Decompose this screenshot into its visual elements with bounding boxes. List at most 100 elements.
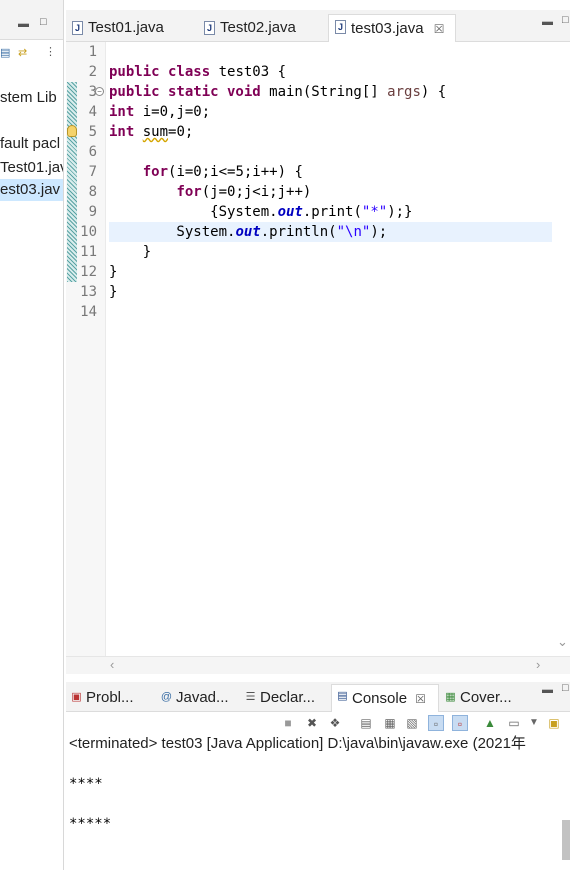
tree-item-default-package[interactable]: fault pacl bbox=[0, 133, 60, 155]
line-number-gutter: 1 2 3 4 5 6 7 8 9 10 11 12 13 14 − bbox=[78, 42, 106, 656]
string-literal: "*" bbox=[361, 204, 388, 220]
tab-label: test03.java bbox=[351, 20, 424, 37]
java-file-icon: J bbox=[72, 21, 83, 35]
close-tab-icon[interactable]: ☒ bbox=[434, 22, 445, 36]
show-on-stdout-icon[interactable]: ▫ bbox=[428, 715, 444, 731]
tab-label: Cover... bbox=[460, 689, 512, 706]
link-with-editor-icon[interactable]: ⇄ bbox=[18, 47, 27, 59]
static-field: out bbox=[277, 204, 303, 220]
code-text: (j=0;j<i;j++) bbox=[201, 184, 312, 200]
chevron-down-icon[interactable]: ▼ bbox=[526, 715, 542, 731]
code-text: System. bbox=[109, 224, 236, 240]
console-launch-status: <terminated> test03 [Java Application] D… bbox=[69, 735, 526, 752]
java-file-icon: J bbox=[335, 20, 346, 34]
code-text: ); bbox=[370, 224, 388, 240]
tree-item-test01[interactable]: Test01.jav bbox=[0, 157, 63, 179]
line-number: 5 bbox=[88, 124, 97, 140]
remove-launch-icon[interactable]: ✖ bbox=[304, 715, 320, 731]
keyword: int bbox=[109, 104, 135, 120]
console-output[interactable]: **** ***** bbox=[66, 754, 570, 870]
line-number: 6 bbox=[88, 144, 97, 160]
code-text: main(String[] bbox=[260, 84, 388, 100]
code-line-9: {System.out.print("*");} bbox=[109, 202, 412, 222]
console-scrollbar-thumb[interactable] bbox=[562, 820, 570, 860]
tab-test03-java[interactable]: J test03.java ☒ bbox=[328, 14, 456, 43]
keyword: for bbox=[142, 164, 169, 180]
line-number: 1 bbox=[88, 44, 97, 60]
tab-problems[interactable]: ▣ Probl... bbox=[66, 686, 133, 712]
console-output-line: **** bbox=[69, 776, 103, 792]
code-line-10: System.out.println("\n"); bbox=[109, 222, 387, 242]
line-number: 9 bbox=[88, 204, 97, 220]
display-console-icon[interactable]: ▭ bbox=[506, 715, 522, 731]
minimize-icon[interactable]: ▬ bbox=[18, 18, 29, 30]
maximize-icon[interactable]: □ bbox=[562, 682, 569, 694]
tab-label: Javad... bbox=[176, 689, 229, 706]
remove-all-terminated-icon[interactable]: ❖ bbox=[327, 715, 343, 731]
tab-test01-java[interactable]: J Test01.java bbox=[66, 16, 164, 42]
line-number: 2 bbox=[88, 64, 97, 80]
fold-collapse-icon[interactable]: − bbox=[95, 87, 104, 96]
clear-console-icon[interactable]: ▤ bbox=[358, 715, 374, 731]
maximize-icon[interactable]: □ bbox=[40, 16, 47, 28]
line-number: 8 bbox=[88, 184, 97, 200]
line-number: 10 bbox=[80, 224, 97, 240]
code-line-8: for(j=0;j<i;j++) bbox=[109, 182, 311, 202]
minimize-icon[interactable]: ▬ bbox=[542, 684, 553, 696]
tab-javadoc[interactable]: @ Javad... bbox=[156, 686, 229, 712]
line-number: 3 bbox=[88, 84, 97, 100]
line-number: 14 bbox=[80, 304, 97, 320]
view-menu-icon[interactable]: ⋮ bbox=[45, 46, 56, 58]
minimize-icon[interactable]: ▬ bbox=[542, 16, 553, 28]
package-explorer-toolbar: ▤ ⇄ ⋮ bbox=[0, 44, 63, 64]
scroll-down-arrow-icon[interactable]: ⌄ bbox=[557, 634, 568, 650]
code-line-5: int sum=0; bbox=[109, 122, 193, 142]
scroll-right-arrow-icon[interactable]: › bbox=[536, 657, 540, 672]
collapse-all-icon[interactable]: ▤ bbox=[0, 47, 10, 59]
keyword: public class bbox=[109, 64, 211, 80]
tab-label: Test01.java bbox=[88, 19, 164, 36]
word-wrap-icon[interactable]: ▧ bbox=[404, 715, 420, 731]
tab-declaration[interactable]: ☰ Declar... bbox=[240, 686, 315, 712]
package-explorer-header: ▬ □ bbox=[0, 0, 63, 40]
code-editor[interactable]: 1 2 3 4 5 6 7 8 9 10 11 12 13 14 − publi… bbox=[66, 42, 570, 656]
code-text-area[interactable]: public class test03 { public static void… bbox=[109, 42, 570, 656]
coverage-icon: ▦ bbox=[445, 691, 456, 703]
tree-item-system-library[interactable]: stem Lib bbox=[0, 87, 57, 109]
console-output-line: ***** bbox=[69, 816, 112, 832]
open-console-icon[interactable]: ▣ bbox=[546, 715, 562, 731]
terminate-icon[interactable]: ■ bbox=[280, 715, 296, 731]
code-text: i=0,j=0; bbox=[134, 104, 211, 120]
editor-vertical-scrollbar[interactable]: ⌄ bbox=[554, 42, 570, 656]
tree-item-test03[interactable]: est03.jav bbox=[0, 179, 63, 201]
tab-label: Declar... bbox=[260, 689, 316, 706]
declaration-icon: ☰ bbox=[245, 691, 256, 703]
editor-horizontal-scrollbar[interactable]: ‹ › bbox=[66, 656, 570, 674]
parameter: args bbox=[387, 84, 421, 100]
code-text: .println( bbox=[260, 224, 337, 240]
line-number: 11 bbox=[80, 244, 97, 260]
package-explorer: ▬ □ ▤ ⇄ ⋮ stem Lib fault pacl Test01.jav… bbox=[0, 0, 64, 870]
show-on-stderr-icon[interactable]: ▫ bbox=[452, 715, 468, 731]
scroll-lock-icon[interactable]: ▦ bbox=[382, 715, 398, 731]
pin-console-icon[interactable]: ▲ bbox=[482, 715, 498, 731]
code-text: );} bbox=[387, 204, 413, 220]
tree-item-label: stem Lib bbox=[0, 89, 57, 106]
static-field: out bbox=[235, 224, 261, 240]
tab-console[interactable]: ▤ Console ☒ bbox=[331, 684, 439, 713]
tab-coverage[interactable]: ▦ Cover... bbox=[440, 686, 512, 712]
maximize-icon[interactable]: □ bbox=[562, 14, 569, 26]
code-line-4: int i=0,j=0; bbox=[109, 102, 210, 122]
editor-tab-strip: J Test01.java J Test02.java J test03.jav… bbox=[66, 10, 570, 43]
scroll-left-arrow-icon[interactable]: ‹ bbox=[110, 657, 114, 672]
close-tab-icon[interactable]: ☒ bbox=[415, 692, 426, 706]
line-number: 7 bbox=[88, 164, 97, 180]
code-line-7: for(i=0;i<=5;i++) { bbox=[109, 162, 303, 182]
code-line-11: } bbox=[109, 244, 152, 260]
tree-item-label: fault pacl bbox=[0, 135, 61, 152]
keyword: for bbox=[176, 184, 202, 200]
tab-test02-java[interactable]: J Test02.java bbox=[198, 16, 296, 42]
